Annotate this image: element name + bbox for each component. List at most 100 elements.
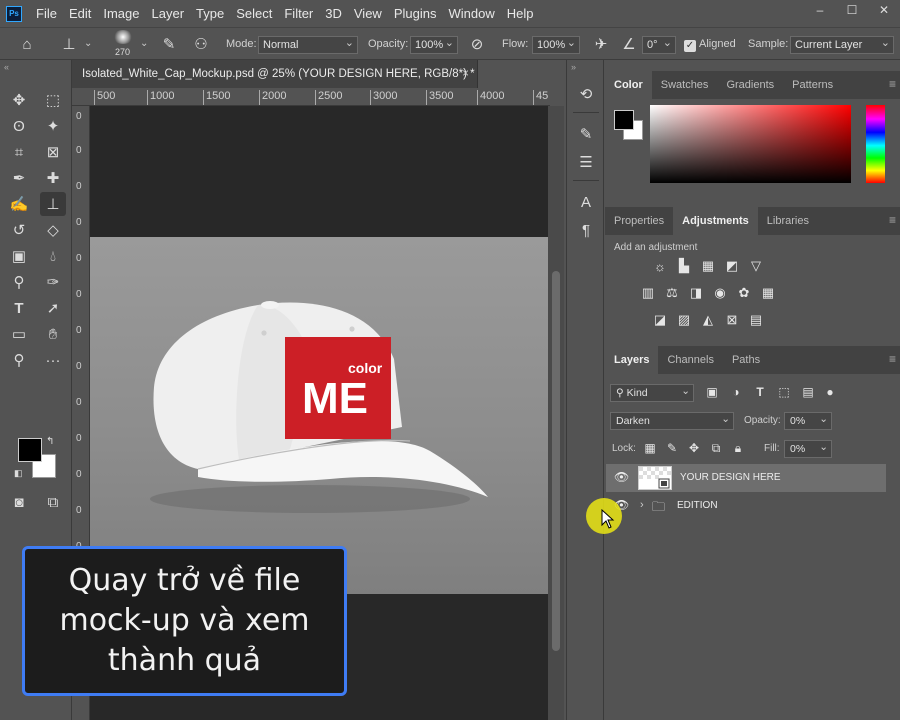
brush-tip-icon[interactable] bbox=[113, 30, 133, 44]
brushes-panel-icon[interactable]: ☰ bbox=[574, 150, 598, 174]
document-canvas[interactable]: color ME bbox=[90, 237, 548, 594]
posterize-icon[interactable]: ▨ bbox=[674, 311, 694, 329]
layer-opacity-field[interactable]: 0% bbox=[784, 411, 832, 430]
filter-smart-object-icon[interactable]: ▤ bbox=[800, 384, 816, 400]
menu-edit[interactable]: Edit bbox=[63, 6, 97, 21]
layer-filter-dropdown[interactable]: ⚲ Kind bbox=[610, 383, 694, 402]
menu-view[interactable]: View bbox=[348, 6, 388, 21]
eraser-tool-icon[interactable]: ◇ bbox=[40, 218, 66, 242]
color-balance-icon[interactable]: ⚖ bbox=[662, 284, 682, 302]
move-tool-icon[interactable]: ✥ bbox=[6, 88, 32, 112]
maximize-button[interactable]: ☐ bbox=[836, 0, 868, 20]
collapse-toolbar-icon[interactable]: « bbox=[4, 62, 9, 72]
history-panel-icon[interactable]: ⟲ bbox=[574, 82, 598, 106]
aligned-checkbox[interactable]: ✓ bbox=[684, 40, 696, 52]
vibrance-icon[interactable]: ▽ bbox=[746, 257, 766, 275]
tab-properties[interactable]: Properties bbox=[605, 207, 673, 235]
tab-swatches[interactable]: Swatches bbox=[652, 71, 718, 99]
scrollbar-thumb[interactable] bbox=[552, 271, 560, 651]
channel-mixer-icon[interactable]: ✿ bbox=[734, 284, 754, 302]
home-icon[interactable]: ⌂ bbox=[16, 34, 38, 54]
brush-settings-icon[interactable]: ✎ bbox=[158, 34, 180, 54]
eye-icon[interactable]: 👁︎ bbox=[614, 470, 629, 484]
zoom-tool-icon[interactable]: ⚲ bbox=[6, 348, 32, 372]
hue-saturation-icon[interactable]: ▥ bbox=[638, 284, 658, 302]
menu-file[interactable]: File bbox=[30, 6, 63, 21]
brush-tool-icon[interactable]: ✍ bbox=[6, 192, 32, 216]
layer-row[interactable]: 👁︎ › 🗀︎ EDITION bbox=[606, 492, 886, 520]
frame-tool-icon[interactable]: ⊠ bbox=[40, 140, 66, 164]
path-selection-tool-icon[interactable]: ➚ bbox=[40, 296, 66, 320]
airbrush-icon[interactable]: ✈ bbox=[590, 34, 612, 54]
blur-tool-icon[interactable]: 💧︎ bbox=[40, 244, 66, 268]
vertical-scrollbar[interactable] bbox=[548, 106, 564, 720]
curves-icon[interactable]: ▦ bbox=[698, 257, 718, 275]
brightness-icon[interactable]: ☼ bbox=[650, 257, 670, 275]
tab-patterns[interactable]: Patterns bbox=[783, 71, 842, 99]
clone-source-icon[interactable]: ⚇ bbox=[190, 34, 212, 54]
hand-tool-icon[interactable]: ✋︎ bbox=[40, 322, 66, 346]
blend-mode-dropdown[interactable]: Darken bbox=[610, 411, 734, 430]
swap-colors-icon[interactable]: ↰ bbox=[46, 436, 54, 447]
lock-all-icon[interactable]: 🔒︎ bbox=[730, 440, 746, 456]
gradient-tool-icon[interactable]: ▣ bbox=[6, 244, 32, 268]
tab-libraries[interactable]: Libraries bbox=[758, 207, 818, 235]
color-lookup-icon[interactable]: ▦ bbox=[758, 284, 778, 302]
clone-stamp-preset-icon[interactable]: ⊥ bbox=[58, 34, 80, 54]
threshold-icon[interactable]: ◭ bbox=[698, 311, 718, 329]
document-tab[interactable]: Isolated_White_Cap_Mockup.psd @ 25% (YOU… bbox=[72, 60, 478, 88]
expand-panels-icon[interactable]: » bbox=[571, 62, 576, 72]
lock-pixels-icon[interactable]: ✎ bbox=[664, 440, 680, 456]
color-fg-swatch[interactable] bbox=[614, 110, 634, 130]
more-tools-icon[interactable]: ··· bbox=[40, 348, 66, 372]
quick-mask-icon[interactable]: ◙ bbox=[6, 490, 32, 514]
lasso-tool-icon[interactable]: ʘ bbox=[6, 114, 32, 138]
levels-icon[interactable]: ▙ bbox=[674, 257, 694, 275]
mode-dropdown[interactable]: Normal bbox=[258, 36, 358, 54]
menu-type[interactable]: Type bbox=[190, 6, 230, 21]
panel-menu-icon[interactable]: ≡ bbox=[889, 77, 896, 91]
object-selection-tool-icon[interactable]: ✦ bbox=[40, 114, 66, 138]
exposure-icon[interactable]: ◩ bbox=[722, 257, 742, 275]
tab-channels[interactable]: Channels bbox=[658, 346, 722, 374]
fill-field[interactable]: 0% bbox=[784, 439, 832, 458]
brush-chevron-icon[interactable]: ⌄ bbox=[140, 38, 148, 49]
tab-color[interactable]: Color bbox=[605, 71, 652, 99]
sample-dropdown[interactable]: Current Layer bbox=[790, 36, 894, 54]
crop-tool-icon[interactable]: ⌗ bbox=[6, 140, 32, 164]
menu-select[interactable]: Select bbox=[230, 6, 278, 21]
filter-adjustment-icon[interactable]: ◑ bbox=[728, 384, 744, 400]
menu-window[interactable]: Window bbox=[442, 6, 500, 21]
close-window-button[interactable]: ✕ bbox=[868, 0, 900, 20]
rectangle-tool-icon[interactable]: ▭ bbox=[6, 322, 32, 346]
tab-layers[interactable]: Layers bbox=[605, 346, 659, 374]
brush-settings-panel-icon[interactable]: ✎ bbox=[574, 122, 598, 146]
dodge-tool-icon[interactable]: ⚲ bbox=[6, 270, 32, 294]
expand-group-chevron-icon[interactable]: › bbox=[640, 499, 644, 511]
opacity-field[interactable]: 100% bbox=[410, 36, 458, 54]
flow-field[interactable]: 100% bbox=[532, 36, 580, 54]
filter-type-icon[interactable]: T bbox=[752, 384, 768, 400]
default-colors-icon[interactable]: ◧ bbox=[14, 468, 23, 479]
eyedropper-tool-icon[interactable]: ✒ bbox=[6, 166, 32, 190]
character-panel-icon[interactable]: A bbox=[574, 190, 598, 214]
gradient-map-icon[interactable]: ▤ bbox=[746, 311, 766, 329]
menu-help[interactable]: Help bbox=[501, 6, 540, 21]
menu-layer[interactable]: Layer bbox=[146, 6, 191, 21]
paragraph-panel-icon[interactable]: ¶ bbox=[574, 218, 598, 242]
marquee-tool-icon[interactable]: ⬚ bbox=[40, 88, 66, 112]
clone-stamp-tool-icon[interactable]: ⊥ bbox=[40, 192, 66, 216]
angle-field[interactable]: 0° bbox=[642, 36, 676, 54]
menu-filter[interactable]: Filter bbox=[278, 6, 319, 21]
filter-pixel-icon[interactable]: ▣ bbox=[704, 384, 720, 400]
selective-color-icon[interactable]: ⊠ bbox=[722, 311, 742, 329]
type-tool-icon[interactable]: T bbox=[6, 296, 32, 320]
menu-3d[interactable]: 3D bbox=[319, 6, 348, 21]
layer-row[interactable]: 👁︎ YOUR DESIGN HERE bbox=[606, 464, 886, 492]
filter-toggle-icon[interactable]: ● bbox=[822, 384, 838, 400]
hue-slider[interactable] bbox=[866, 105, 885, 183]
menu-image[interactable]: Image bbox=[97, 6, 145, 21]
tab-adjustments[interactable]: Adjustments bbox=[673, 207, 758, 235]
black-white-icon[interactable]: ◨ bbox=[686, 284, 706, 302]
pen-tool-icon[interactable]: ✑ bbox=[40, 270, 66, 294]
